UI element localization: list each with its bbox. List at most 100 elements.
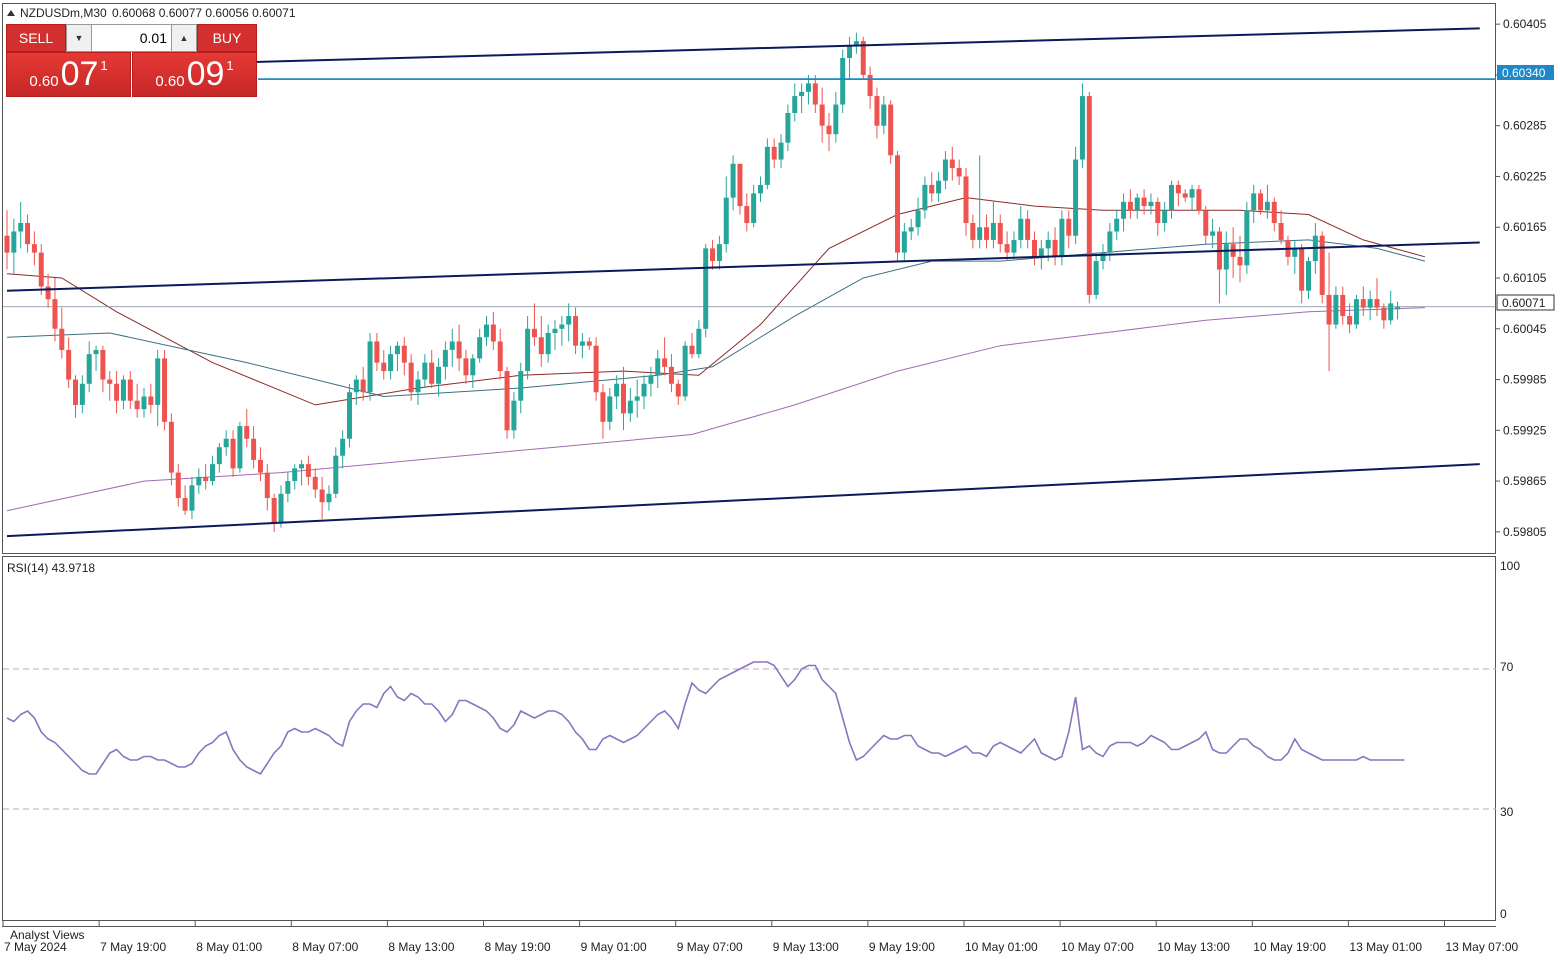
candle[interactable]: [271, 493, 277, 532]
candle[interactable]: [977, 155, 983, 249]
candle[interactable]: [545, 324, 551, 363]
candle[interactable]: [1169, 180, 1174, 219]
candle[interactable]: [675, 379, 681, 405]
candle[interactable]: [682, 341, 688, 401]
trend-channel-line[interactable]: [6, 463, 1480, 538]
candle[interactable]: [1038, 239, 1044, 270]
candle[interactable]: [970, 214, 976, 249]
sell-button[interactable]: SELL: [6, 24, 66, 52]
candle[interactable]: [799, 83, 805, 113]
candle[interactable]: [189, 476, 195, 520]
candle[interactable]: [73, 375, 78, 418]
candle[interactable]: [11, 218, 17, 274]
candle[interactable]: [319, 476, 325, 520]
candle[interactable]: [607, 388, 613, 431]
candle[interactable]: [1333, 286, 1339, 329]
candle[interactable]: [881, 96, 887, 135]
candle[interactable]: [778, 134, 784, 168]
candle[interactable]: [963, 168, 969, 236]
candle[interactable]: [888, 100, 894, 164]
candle[interactable]: [484, 316, 489, 346]
candle[interactable]: [874, 87, 880, 139]
candle[interactable]: [1162, 201, 1168, 232]
candle[interactable]: [497, 328, 503, 380]
lot-increase-button[interactable]: ▲: [171, 24, 197, 52]
candle[interactable]: [210, 455, 215, 486]
candle[interactable]: [586, 337, 592, 350]
candle[interactable]: [257, 447, 263, 482]
candle[interactable]: [1114, 210, 1120, 240]
candle[interactable]: [668, 354, 674, 393]
candle[interactable]: [141, 388, 147, 418]
candle[interactable]: [408, 354, 414, 401]
candle[interactable]: [751, 184, 757, 228]
candle[interactable]: [730, 155, 736, 211]
candle[interactable]: [1319, 231, 1325, 304]
candle[interactable]: [1134, 193, 1140, 219]
candle[interactable]: [79, 375, 85, 414]
candle[interactable]: [490, 311, 496, 350]
candle[interactable]: [621, 366, 626, 431]
candle[interactable]: [600, 383, 606, 439]
candle[interactable]: [1148, 193, 1154, 215]
candle[interactable]: [223, 430, 229, 456]
candle[interactable]: [278, 485, 284, 528]
candle[interactable]: [1121, 193, 1127, 232]
candle[interactable]: [360, 366, 366, 401]
candle[interactable]: [997, 214, 1003, 253]
candle[interactable]: [579, 333, 585, 359]
candle[interactable]: [1066, 210, 1072, 249]
candle[interactable]: [860, 36, 866, 80]
candle[interactable]: [641, 375, 647, 410]
candle[interactable]: [758, 176, 763, 202]
candle[interactable]: [292, 464, 298, 490]
candle[interactable]: [449, 328, 455, 367]
candle[interactable]: [908, 218, 914, 240]
candle[interactable]: [394, 341, 400, 372]
candle[interactable]: [134, 383, 140, 418]
candle[interactable]: [107, 371, 113, 401]
candle[interactable]: [531, 303, 537, 346]
candle[interactable]: [38, 244, 44, 295]
candle[interactable]: [367, 333, 373, 401]
candle[interactable]: [710, 239, 716, 270]
candle[interactable]: [1032, 231, 1037, 266]
candle[interactable]: [1155, 197, 1161, 236]
candle[interactable]: [1381, 303, 1387, 329]
candle[interactable]: [990, 201, 996, 249]
candle[interactable]: [1271, 197, 1277, 232]
chart-menu-arrow-icon[interactable]: [7, 10, 15, 16]
candle[interactable]: [333, 447, 339, 498]
candle[interactable]: [525, 316, 531, 380]
candle[interactable]: [93, 345, 99, 372]
candle[interactable]: [1244, 201, 1250, 274]
channel-lines[interactable]: [6, 27, 1496, 538]
trend-channel-line[interactable]: [6, 241, 1480, 292]
candle[interactable]: [662, 337, 668, 376]
candle[interactable]: [812, 74, 818, 113]
candle[interactable]: [518, 362, 524, 414]
candle[interactable]: [1216, 227, 1222, 304]
candle[interactable]: [703, 244, 709, 338]
candle[interactable]: [1052, 227, 1058, 266]
candle[interactable]: [305, 455, 311, 486]
candle[interactable]: [1093, 252, 1099, 300]
candle[interactable]: [463, 349, 469, 384]
candle[interactable]: [31, 231, 37, 266]
candle[interactable]: [1326, 252, 1332, 372]
candle[interactable]: [895, 151, 900, 262]
candle[interactable]: [1347, 303, 1353, 333]
candle[interactable]: [45, 273, 51, 308]
candle[interactable]: [1025, 210, 1031, 249]
candle[interactable]: [18, 201, 24, 249]
candle[interactable]: [52, 278, 58, 342]
time-axis[interactable]: 7 May 2024 7 May 19:00 8 May 01:00 8 May 07…: [2, 921, 1519, 954]
candle[interactable]: [1127, 189, 1133, 219]
candle[interactable]: [4, 210, 10, 270]
candle[interactable]: [1004, 231, 1010, 262]
candle[interactable]: [470, 354, 476, 388]
candle[interactable]: [162, 349, 168, 431]
chart-canvas[interactable]: 0.604050.603450.602850.602250.601650.601…: [0, 0, 1560, 960]
candle[interactable]: [148, 383, 154, 414]
candle[interactable]: [936, 172, 942, 202]
